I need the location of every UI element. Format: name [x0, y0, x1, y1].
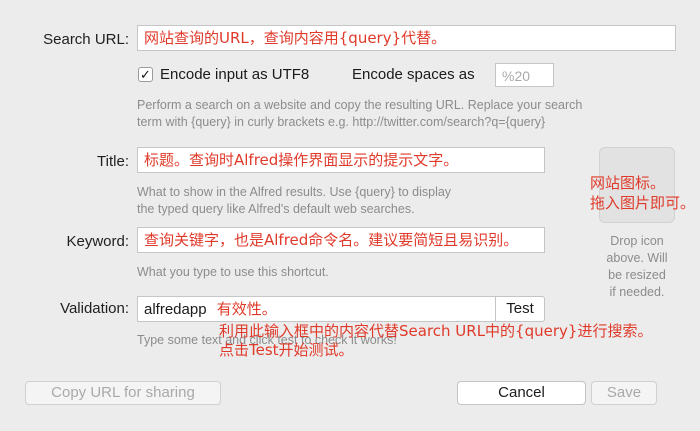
encode-spaces-label: Encode spaces as [352, 66, 475, 83]
copy-url-button[interactable]: Copy URL for sharing [25, 381, 221, 405]
icon-drop-hint-line4: if needed. [609, 285, 665, 299]
icon-annotation: 网站图标。 拖入图片即可。 [590, 173, 695, 213]
keyword-value: 查询关键字，也是Alfred命令名。建议要简短且易识别。 [144, 231, 519, 249]
keyword-help: What you type to use this shortcut. [137, 265, 329, 279]
keyword-label: Keyword: [66, 233, 129, 250]
search-url-label: Search URL: [43, 31, 129, 48]
encode-utf8-checkbox[interactable]: ✓ [138, 67, 153, 82]
title-value: 标题。查询时Alfred操作界面显示的提示文字。 [144, 151, 459, 169]
title-input[interactable]: 标题。查询时Alfred操作界面显示的提示文字。 [137, 147, 545, 173]
icon-drop-hint: Drop icon above. Will be resized if need… [597, 233, 677, 301]
validation-label: Validation: [60, 300, 129, 317]
icon-annotation-line1: 网站图标。 [590, 174, 666, 192]
validation-note-line2: 点击Test开始测试。 [219, 341, 354, 359]
validation-value: alfredapp [144, 301, 207, 318]
cancel-button[interactable]: Cancel [457, 381, 586, 405]
icon-annotation-line2: 拖入图片即可。 [590, 194, 696, 212]
search-url-help-line2: term with {query} in curly brackets e.g.… [137, 115, 546, 129]
icon-drop-hint-line2: above. Will [606, 251, 668, 265]
save-button[interactable]: Save [591, 381, 657, 405]
icon-drop-hint-line3: be resized [608, 268, 666, 282]
search-url-input[interactable]: 网站查询的URL，查询内容用{query}代替。 [137, 25, 676, 51]
validation-input[interactable]: alfredapp 有效性。 [137, 296, 496, 322]
keyword-input[interactable]: 查询关键字，也是Alfred命令名。建议要简短且易识别。 [137, 227, 545, 253]
icon-drop-hint-line1: Drop icon [610, 234, 664, 248]
title-help-line2: the typed query like Alfred's default we… [137, 202, 415, 216]
title-help-line1: What to show in the Alfred results. Use … [137, 185, 452, 199]
test-button[interactable]: Test [495, 296, 545, 322]
title-help: What to show in the Alfred results. Use … [137, 184, 451, 218]
validation-annotation: 有效性。 [216, 300, 277, 318]
search-url-help-line1: Perform a search on a website and copy t… [137, 98, 583, 112]
search-url-value: 网站查询的URL，查询内容用{query}代替。 [144, 29, 447, 47]
encode-utf8-label: Encode input as UTF8 [160, 66, 310, 83]
title-label: Title: [97, 153, 129, 170]
encode-spaces-input[interactable]: %20 [495, 63, 554, 87]
search-url-help: Perform a search on a website and copy t… [137, 97, 582, 131]
validation-note-line1: 利用此输入框中的内容代替Search URL中的{query}进行搜索。 [219, 322, 653, 340]
validation-note: 利用此输入框中的内容代替Search URL中的{query}进行搜索。 点击T… [219, 322, 652, 360]
